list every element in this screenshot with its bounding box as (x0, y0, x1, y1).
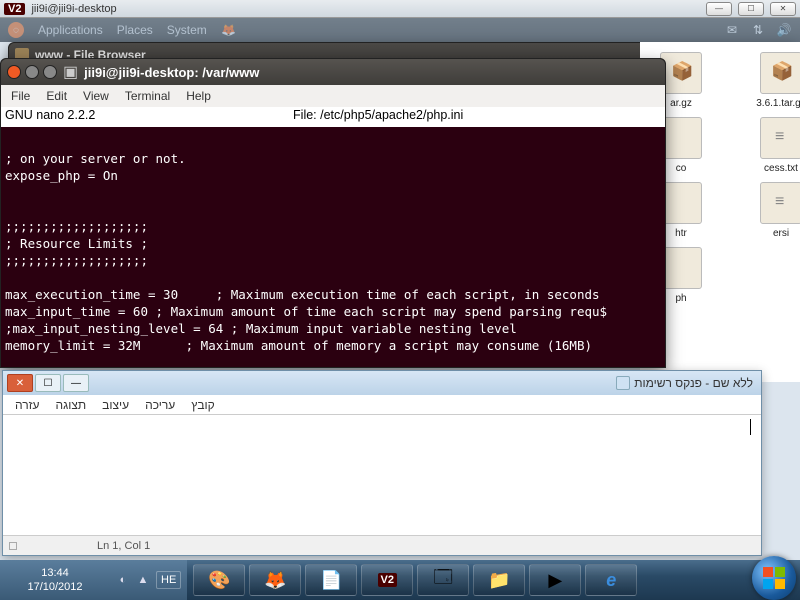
menu-terminal[interactable]: Terminal (125, 89, 170, 103)
taskbar-app-misc[interactable]: 🗔 (417, 564, 469, 596)
nano-version: GNU nano 2.2.2 (5, 108, 95, 126)
taskbar-clock[interactable]: 13:44 17/10/2012 (0, 560, 110, 600)
menu-file[interactable]: File (11, 89, 30, 103)
vnc-titlebar: V2 jii9i@jii9i-desktop — ☐ ✕ (0, 0, 800, 18)
menu-edit[interactable]: עריכה (145, 398, 175, 412)
text-file-icon (760, 117, 800, 159)
notepad-statusbar: Ln 1, Col 1 (3, 535, 761, 555)
taskbar-app-explorer[interactable]: 📁 (473, 564, 525, 596)
terminal-menubar: File Edit View Terminal Help (1, 85, 665, 107)
taskbar-app-firefox[interactable]: 🦊 (249, 564, 301, 596)
taskbar-app-vnc[interactable]: V2 (361, 564, 413, 596)
close-button[interactable]: ✕ (7, 374, 33, 392)
file-item[interactable]: ersi (746, 182, 800, 239)
terminal-window[interactable]: ▣ jii9i@jii9i-desktop: /var/www File Edi… (0, 58, 666, 368)
taskbar-app-ie[interactable]: e (585, 564, 637, 596)
notepad-title: ללא שם - פנקס רשימות (634, 376, 753, 390)
notepad-icon (616, 376, 630, 390)
scroll-left-icon[interactable] (9, 542, 17, 550)
clock-time: 13:44 (41, 566, 69, 580)
file-icon (660, 247, 702, 289)
archive-icon (660, 52, 702, 94)
notepad-textarea[interactable] (3, 415, 761, 535)
nano-statusbar: GNU nano 2.2.2 File: /etc/php5/apache2/p… (1, 107, 665, 127)
cursor-position: Ln 1, Col 1 (97, 540, 150, 552)
notepad-menubar: קובץ עריכה עיצוב תצוגה עזרה (3, 395, 761, 415)
file-item[interactable]: cess.txt (746, 117, 800, 174)
taskbar-apps: 🎨 🦊 📄 V2 🗔 📁 ▶ e (187, 560, 748, 600)
close-button[interactable]: ✕ (770, 2, 796, 16)
menu-help[interactable]: Help (186, 89, 211, 103)
window-minimize-icon[interactable] (25, 65, 39, 79)
clock-date: 17/10/2012 (27, 580, 82, 594)
notepad-titlebar[interactable]: ✕ ☐ — ללא שם - פנקס רשימות (3, 371, 761, 395)
language-indicator[interactable]: HE (156, 571, 181, 589)
taskbar-app-paint[interactable]: 🎨 (193, 564, 245, 596)
window-close-icon[interactable] (7, 65, 21, 79)
archive-icon (760, 52, 800, 94)
vnc-logo-icon: V2 (4, 3, 25, 15)
menu-edit[interactable]: Edit (46, 89, 67, 103)
windows-taskbar: 13:44 17/10/2012 ◐ ▲ HE 🎨 🦊 📄 V2 🗔 📁 ▶ e (0, 560, 800, 600)
minimize-button[interactable]: — (706, 2, 732, 16)
text-file-icon (760, 182, 800, 224)
start-button[interactable] (752, 556, 796, 600)
file-item[interactable]: 3.6.1.tar.gz (746, 52, 800, 109)
notepad-window[interactable]: ✕ ☐ — ללא שם - פנקס רשימות קובץ עריכה עי… (2, 370, 762, 556)
menu-help[interactable]: עזרה (15, 398, 40, 412)
maximize-button[interactable]: ☐ (738, 2, 764, 16)
terminal-titlebar[interactable]: ▣ jii9i@jii9i-desktop: /var/www (1, 59, 665, 85)
window-maximize-icon[interactable] (43, 65, 57, 79)
text-cursor (750, 419, 751, 435)
terminal-icon: ▣ (63, 62, 78, 82)
background-browser-tabs (0, 18, 800, 42)
file-icon (660, 182, 702, 224)
menu-format[interactable]: עיצוב (102, 398, 129, 412)
terminal-content[interactable]: ; on your server or not. expose_php = On… (1, 127, 665, 367)
system-tray: ◐ ▲ HE (110, 560, 187, 600)
menu-view[interactable]: תצוגה (56, 398, 87, 412)
terminal-title: jii9i@jii9i-desktop: /var/www (84, 65, 259, 80)
nano-file-path: File: /etc/php5/apache2/php.ini (95, 108, 661, 126)
tray-icon[interactable]: ▲ (136, 573, 150, 587)
menu-view[interactable]: View (83, 89, 109, 103)
minimize-button[interactable]: — (63, 374, 89, 392)
tray-icon[interactable]: ◐ (116, 573, 130, 587)
maximize-button[interactable]: ☐ (35, 374, 61, 392)
menu-file[interactable]: קובץ (191, 398, 214, 412)
taskbar-app-word[interactable]: 📄 (305, 564, 357, 596)
vnc-title: jii9i@jii9i-desktop (31, 3, 116, 15)
windows-logo-icon (763, 567, 785, 589)
folder-icon (660, 117, 702, 159)
taskbar-app-media[interactable]: ▶ (529, 564, 581, 596)
